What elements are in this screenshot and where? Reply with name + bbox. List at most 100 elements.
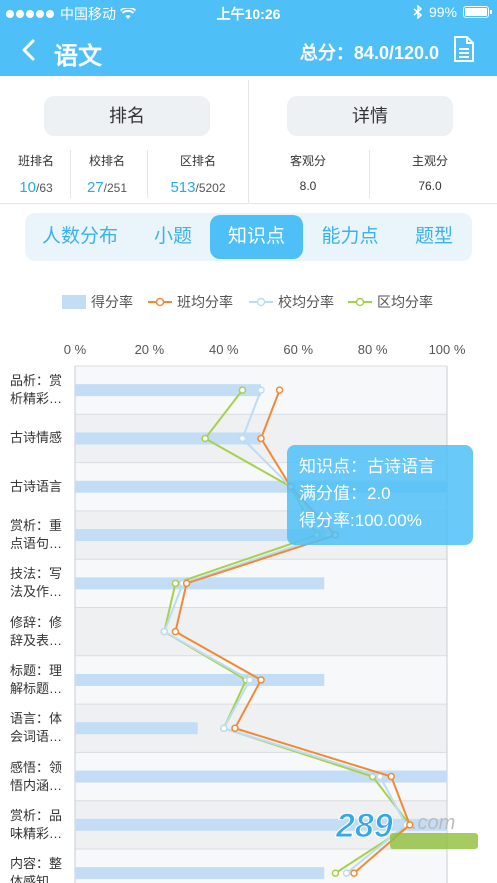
watermark-logo: 289 .com: [335, 807, 478, 849]
school-rank: 校排名 27/251: [74, 152, 140, 196]
district-rank-value: 513/5202: [170, 179, 226, 196]
school-avg-point: [160, 627, 169, 636]
document-icon: [454, 36, 474, 62]
status-bar: 中国移动 上午10:26 99%: [0, 0, 497, 24]
score-rate-bar: [75, 722, 198, 735]
tab-question-types[interactable]: 题型: [403, 215, 465, 259]
subjective-score-label: 主观分: [411, 154, 448, 168]
chevron-left-icon: [22, 39, 35, 61]
stat-divider: [70, 150, 71, 198]
tab-distribution[interactable]: 人数分布: [31, 215, 129, 259]
x-tick-label: 80 %: [358, 342, 388, 357]
section-divider: [248, 80, 249, 204]
class-avg-point: [257, 434, 265, 443]
chart-tooltip: 知识点：古诗语言 满分值：2.0 得分率:100.00%: [287, 445, 473, 545]
category-label: 赏析：重 点语句…: [10, 518, 63, 552]
school-avg-point: [257, 386, 265, 394]
class-avg-point: [171, 627, 180, 636]
rank-section: 排名 详情 班排名 10/63 校排名 27/251 区排名 513/5202 …: [0, 80, 497, 204]
legend-class-avg[interactable]: 班均分率: [148, 292, 233, 312]
class-avg-point: [350, 869, 358, 877]
tooltip-knowledge-point: 知识点：古诗语言: [299, 457, 435, 476]
category-label: 内容：整 体感知…: [10, 856, 63, 883]
x-tick-label: 20 %: [135, 342, 165, 357]
district-avg-point: [171, 579, 180, 588]
school-avg-point: [220, 724, 228, 732]
subjective-score-value: 76.0: [418, 179, 442, 193]
battery-percent: 99%: [428, 4, 457, 20]
score-rate-bar: [75, 673, 325, 686]
objective-score: 客观分 8.0: [268, 152, 348, 193]
school-avg-point: [342, 869, 351, 877]
tab-questions[interactable]: 小题: [137, 215, 209, 259]
legend-score-rate-label: 得分率: [91, 294, 133, 310]
x-tick-label: 40 %: [209, 342, 239, 357]
svg-text:289: 289: [335, 807, 393, 845]
legend-class-avg-label: 班均分率: [177, 294, 233, 310]
tooltip-full-score: 满分值：2.0: [299, 484, 391, 503]
class-rank-label: 班排名: [17, 154, 54, 168]
x-tick-label: 100 %: [429, 342, 466, 357]
bar-swatch-icon: [62, 295, 86, 309]
category-label: 古诗情感: [10, 430, 63, 446]
school-avg-point: [238, 434, 247, 443]
score-rate-bar: [75, 384, 261, 397]
score-rate-bar: [75, 867, 325, 880]
category-label: 标题：理 解标题…: [10, 662, 63, 696]
class-avg-point: [182, 579, 191, 588]
legend-district-avg[interactable]: 区均分率: [348, 292, 433, 312]
legend-school-avg[interactable]: 校均分率: [249, 292, 334, 312]
analysis-tabs: 人数分布 小题 知识点 能力点 题型: [25, 213, 472, 261]
class-avg-point: [387, 772, 395, 781]
x-tick-label: 0 %: [64, 342, 87, 357]
tab-knowledge-points[interactable]: 知识点: [210, 215, 303, 259]
category-label: 古诗语言: [10, 478, 63, 494]
tab-ability-points[interactable]: 能力点: [311, 215, 389, 259]
stat-divider: [147, 150, 148, 198]
chart-legend: 得分率 班均分率 校均分率 区均分率: [0, 290, 497, 314]
line-marker-icon: [348, 297, 372, 307]
page-title: 语文: [54, 43, 102, 70]
district-avg-point: [331, 869, 340, 877]
subjective-score: 主观分 76.0: [390, 152, 470, 193]
category-label: 品析：赏 析精彩…: [10, 373, 63, 407]
class-avg-point: [231, 724, 239, 732]
district-rank: 区排名 513/5202: [150, 152, 246, 196]
knowledge-point-chart: 0 % 20 % 40 % 60 % 80 % 100 % 品析：赏 析精彩… 古诗情感古诗语…: [0, 336, 497, 883]
status-right: 99%: [413, 4, 492, 20]
district-avg-point: [201, 434, 209, 443]
chart-canvas: 0 % 20 % 40 % 60 % 80 % 100 %: [64, 342, 466, 883]
objective-score-label: 客观分: [289, 154, 326, 168]
category-label: 技法：写 法及作…: [10, 566, 63, 600]
rank-button[interactable]: 排名: [44, 96, 210, 136]
stat-divider: [369, 150, 370, 198]
legend-score-rate[interactable]: 得分率: [62, 292, 133, 312]
line-marker-icon: [148, 297, 172, 307]
school-rank-label: 校排名: [88, 154, 125, 168]
class-rank: 班排名 10/63: [8, 152, 64, 196]
class-rank-value: 10/63: [19, 179, 53, 196]
back-button[interactable]: [14, 36, 42, 64]
bluetooth-icon: [413, 5, 423, 19]
battery-icon: [463, 6, 492, 18]
tooltip-score-rate: 得分率:100.00%: [299, 511, 422, 530]
line-marker-icon: [249, 297, 273, 307]
class-avg-point: [275, 386, 284, 394]
district-avg-point: [238, 386, 247, 394]
district-rank-label: 区排名: [179, 154, 216, 168]
class-avg-point: [257, 676, 265, 684]
score-rate-bar: [75, 432, 261, 445]
category-label: 赏析：品 味精彩…: [10, 807, 63, 841]
row-band: [75, 607, 447, 656]
category-label: 感悟：领 悟内涵…: [10, 759, 63, 793]
category-label: 修辞：修 辞及表…: [10, 614, 63, 648]
total-score: 总分：84.0/120.0: [299, 43, 439, 63]
legend-school-avg-label: 校均分率: [278, 294, 334, 310]
category-label: 语言：体 会词语…: [10, 711, 63, 745]
x-tick-label: 60 %: [283, 342, 313, 357]
nav-bar: 语文 总分：84.0/120.0: [0, 24, 497, 76]
document-button[interactable]: [453, 36, 475, 62]
school-rank-value: 27/251: [86, 179, 128, 196]
detail-button[interactable]: 详情: [287, 96, 453, 136]
legend-district-avg-label: 区均分率: [377, 294, 433, 310]
